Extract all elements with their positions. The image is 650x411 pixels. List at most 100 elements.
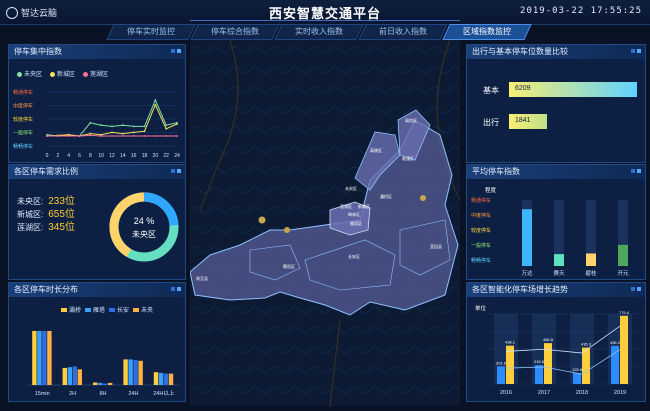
legend-item[interactable]: 未央 [133, 305, 153, 314]
panel-menu-icon[interactable] [631, 169, 641, 173]
bar[interactable] [72, 366, 77, 385]
map-marker[interactable] [258, 216, 266, 224]
bar[interactable] [37, 330, 42, 385]
page-title: 西安智慧交通平台 [268, 6, 381, 21]
data-point[interactable] [111, 135, 113, 137]
data-point[interactable] [89, 121, 92, 124]
panel-title: 平均停车指数 [472, 167, 520, 176]
bar[interactable] [67, 367, 72, 385]
map-marker[interactable] [284, 227, 290, 233]
data-point[interactable] [143, 125, 146, 128]
data-point[interactable] [165, 135, 168, 137]
y-tick-label: 较度停车 [471, 227, 491, 234]
bar[interactable] [582, 347, 590, 384]
panel-menu-icon[interactable] [631, 49, 641, 53]
legend-item[interactable]: 长安 [109, 305, 129, 314]
legend-item[interactable]: 灞桥 [61, 305, 81, 314]
data-point[interactable] [56, 135, 59, 137]
bar[interactable] [93, 382, 98, 385]
bar[interactable] [133, 360, 138, 385]
panel-menu-icon[interactable] [631, 287, 641, 291]
trend-line[interactable] [505, 349, 621, 375]
bar[interactable] [497, 366, 505, 384]
data-point[interactable] [111, 125, 113, 128]
data-point[interactable] [46, 135, 48, 137]
legend-item[interactable]: 新城区 [50, 69, 75, 78]
bar[interactable] [168, 373, 174, 385]
compare-bar-travel[interactable]: 1841 [509, 114, 548, 129]
bar[interactable] [554, 254, 564, 266]
data-point[interactable] [121, 132, 124, 135]
x-tick-label: 碧桂 [585, 269, 597, 277]
data-point[interactable] [154, 135, 157, 137]
demand-donut-chart[interactable]: 24 % 未央区 [104, 187, 184, 267]
data-point[interactable] [154, 99, 157, 101]
data-point[interactable] [143, 130, 146, 133]
tab-realtime-income[interactable]: 实时收入指数 [274, 24, 364, 40]
tab-realtime-monitor[interactable]: 停车实时监控 [106, 24, 196, 40]
bar[interactable] [42, 330, 47, 385]
bar[interactable] [98, 382, 103, 385]
panel-title: 各区智能化停车场增长趋势 [472, 285, 568, 294]
bar[interactable] [77, 369, 82, 385]
bar[interactable] [153, 372, 159, 385]
data-point[interactable] [132, 125, 135, 128]
bar[interactable] [103, 383, 108, 385]
data-point[interactable] [165, 127, 168, 130]
data-point[interactable] [121, 135, 124, 137]
tab-composite-index[interactable]: 停车综合指数 [190, 24, 280, 40]
data-point[interactable] [143, 135, 146, 137]
panel-duration: 各区停车时长分布 灞桥 雁塔 长安 未央 15min 2H 8H 24H 24H以上 [8, 282, 186, 402]
legend-item[interactable]: 雁塔 [85, 305, 105, 314]
data-point[interactable] [67, 135, 70, 137]
data-point[interactable] [132, 135, 135, 137]
bar[interactable] [618, 244, 628, 266]
panel-menu-icon[interactable] [171, 287, 181, 291]
map-view[interactable]: 阎良区 临潼区 高陵区 未央区 灞桥区 莲湖区 新城区 碑林区 雁塔区 长安区 … [189, 39, 461, 407]
x-tick-label: 24 [174, 153, 180, 159]
bar[interactable] [123, 359, 128, 385]
avgindex-bar-chart[interactable]: 程度畅通停车中度停车较度停车一般停车畅畅停车万达 赛天 碧桂 开元 [467, 180, 645, 278]
data-point[interactable] [100, 135, 103, 137]
data-point[interactable] [111, 131, 113, 134]
legend-item[interactable]: 未央区 [17, 69, 42, 78]
panel-menu-icon[interactable] [171, 169, 181, 173]
data-point[interactable] [78, 135, 81, 137]
x-tick-label: 20 [153, 153, 159, 159]
bar[interactable] [47, 330, 52, 385]
bar[interactable] [158, 372, 164, 385]
bar[interactable] [611, 345, 619, 384]
bar[interactable] [573, 372, 581, 384]
bar[interactable] [138, 360, 143, 385]
bar[interactable] [586, 253, 596, 266]
data-point[interactable] [154, 103, 157, 106]
bar[interactable] [163, 373, 169, 385]
tab-region-index[interactable]: 区域指数监控 [442, 24, 532, 40]
panel-menu-icon[interactable] [171, 49, 181, 53]
bar[interactable] [522, 209, 532, 266]
duration-bar-chart[interactable]: 15min 2H 8H 24H 24H以上 [9, 315, 185, 399]
bar[interactable] [128, 359, 133, 385]
map-marker[interactable] [420, 195, 426, 201]
bar[interactable] [620, 315, 628, 384]
growth-bar-chart[interactable]: 单位 2016 2017 2018 2019 438.1 466.8 201.6 779.4 43… [467, 298, 645, 400]
data-point[interactable] [89, 132, 92, 135]
bar[interactable] [32, 330, 37, 385]
tab-previous-income[interactable]: 前日收入指数 [358, 24, 448, 40]
bar[interactable] [535, 365, 543, 384]
data-point[interactable] [132, 131, 135, 134]
bar[interactable] [108, 382, 113, 385]
data-point[interactable] [176, 123, 178, 125]
x-tick-label: 2018 [576, 390, 588, 396]
data-point[interactable] [121, 124, 124, 127]
bar[interactable] [62, 367, 67, 385]
data-label: 436.2 [610, 340, 621, 345]
concentration-line-chart[interactable]: 畅通停车中度停车较度停车一般停车畅畅停车0 2 4 6 8 10 12 14 16 18 20 22 2… [9, 80, 185, 160]
data-point[interactable] [100, 124, 103, 127]
legend-item[interactable]: 莲湖区 [83, 69, 108, 78]
series-line[interactable] [46, 103, 178, 137]
data-point[interactable] [176, 135, 178, 137]
data-point[interactable] [165, 124, 168, 127]
compare-bar-basic[interactable]: 6209 [509, 82, 637, 97]
data-point[interactable] [89, 134, 92, 137]
